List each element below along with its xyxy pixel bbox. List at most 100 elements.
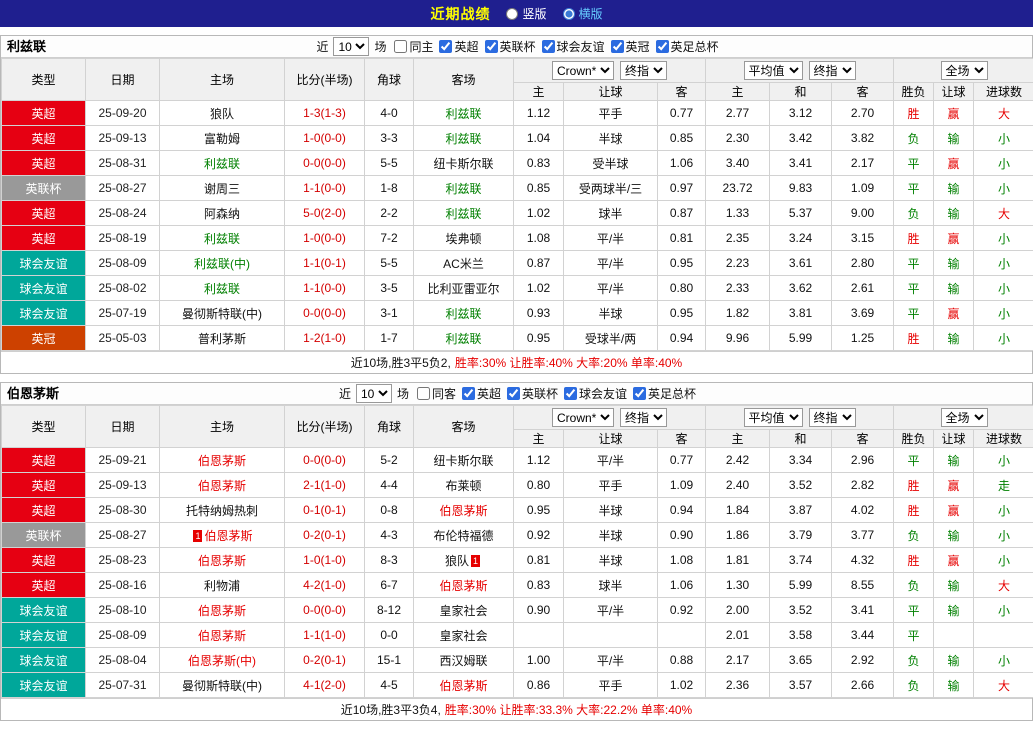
league-filter[interactable]: 球会友谊 [564,385,627,402]
scope-select[interactable]: 全场 [941,408,988,427]
vertical-radio-icon[interactable] [506,8,518,20]
europe-draw-odds: 3.87 [770,498,832,523]
summary-row: 近10场,胜3平5负2,胜率:30% 让胜率:40% 大率:20% 单率:40% [1,351,1032,373]
europe-index-select[interactable]: 终指 [809,408,856,427]
europe-avg-select[interactable]: 平均值 [744,61,803,80]
league-checkbox[interactable] [611,40,624,53]
asia-odds-group: Crown* 终指 [514,406,706,430]
match-row: 英超25-08-31利兹联0-0(0-0)5-5纽卡斯尔联0.83受半球1.06… [2,151,1033,176]
asia-home-odds: 0.85 [514,176,564,201]
result-outcome: 负 [894,523,934,548]
asia-home-odds: 0.86 [514,673,564,698]
league-filter[interactable]: 英足总杯 [656,38,719,55]
asia-handicap: 平手 [564,673,658,698]
league-filter[interactable]: 英联杯 [485,38,536,55]
result-goals: 小 [974,598,1033,623]
league-badge: 英超 [2,498,86,523]
asia-index-select[interactable]: 终指 [620,61,667,80]
league-checkbox[interactable] [564,387,577,400]
europe-home-odds: 9.96 [706,326,770,351]
corner-score: 7-2 [365,226,414,251]
team-section: 利兹联近10场同主英超英联杯球会友谊英冠英足总杯类型日期主场比分(半场)角球客场… [0,35,1033,374]
team-name-text: 利兹联 [445,332,481,346]
match-date: 25-07-19 [86,301,160,326]
league-checkbox[interactable] [656,40,669,53]
league-filter[interactable]: 英冠 [611,38,650,55]
europe-home-odds: 1.30 [706,573,770,598]
bookmaker-select[interactable]: Crown* [552,408,614,427]
col-header-date: 日期 [86,406,160,448]
result-outcome-header: 胜负 [894,83,934,101]
layout-radio-vertical[interactable]: 竖版 [506,5,546,22]
asia-handicap: 半球 [564,523,658,548]
europe-draw-odds: 3.42 [770,126,832,151]
same-side-filter[interactable]: 同主 [394,38,433,55]
europe-away-odds: 9.00 [832,201,894,226]
league-checkbox[interactable] [633,387,646,400]
team-name-text: 谢周三 [204,182,240,196]
europe-draw-odds: 9.83 [770,176,832,201]
asia-odds-group: Crown* 终指 [514,59,706,83]
result-goals: 小 [974,548,1033,573]
corner-score: 8-12 [365,598,414,623]
europe-away-odds: 8.55 [832,573,894,598]
asia-handicap: 平/半 [564,226,658,251]
league-filter[interactable]: 英超 [462,385,501,402]
asia-home-odds: 0.95 [514,498,564,523]
league-checkbox[interactable] [542,40,555,53]
result-outcome: 负 [894,573,934,598]
league-checkbox[interactable] [485,40,498,53]
home-team: 普利茅斯 [160,326,285,351]
league-filter[interactable]: 英超 [439,38,478,55]
asia-handicap: 受两球半/三 [564,176,658,201]
league-filter[interactable]: 英足总杯 [633,385,696,402]
league-filter[interactable]: 球会友谊 [542,38,605,55]
recent-count-select[interactable]: 10 [356,384,392,403]
league-checkbox[interactable] [507,387,520,400]
home-team: 伯恩茅斯 [160,623,285,648]
league-filter[interactable]: 英联杯 [507,385,558,402]
asia-index-select[interactable]: 终指 [620,408,667,427]
bookmaker-select[interactable]: Crown* [552,61,614,80]
layout-radio-horizontal[interactable]: 横版 [563,5,603,22]
away-team: AC米兰 [414,251,514,276]
scope-select[interactable]: 全场 [941,61,988,80]
match-score: 1-0(1-0) [285,548,365,573]
match-score: 0-0(0-0) [285,151,365,176]
league-filter-label: 英足总杯 [671,38,719,55]
corner-score: 3-3 [365,126,414,151]
recent-count-select[interactable]: 10 [333,37,369,56]
europe-home-odds: 2.40 [706,473,770,498]
europe-avg-select[interactable]: 平均值 [744,408,803,427]
asia-handicap: 半球 [564,126,658,151]
horizontal-radio-icon[interactable] [563,8,575,20]
result-handicap: 输 [934,598,974,623]
match-date: 25-08-04 [86,648,160,673]
europe-away-odds: 2.70 [832,101,894,126]
match-score: 1-0(0-0) [285,226,365,251]
asia-home-odds: 1.04 [514,126,564,151]
away-team: 利兹联 [414,176,514,201]
europe-away-odds: 1.25 [832,326,894,351]
europe-away-odds: 2.92 [832,648,894,673]
same-side-filter[interactable]: 同客 [417,385,456,402]
result-handicap [934,623,974,648]
away-team: 布莱顿 [414,473,514,498]
match-row: 球会友谊25-07-19曼彻斯特联(中)0-0(0-0)3-1利兹联0.93半球… [2,301,1033,326]
league-checkbox[interactable] [462,387,475,400]
europe-index-select[interactable]: 终指 [809,61,856,80]
europe-draw-odds: 3.74 [770,548,832,573]
result-outcome: 平 [894,448,934,473]
league-badge: 球会友谊 [2,648,86,673]
result-handicap: 赢 [934,548,974,573]
same-side-checkbox[interactable] [394,40,407,53]
asia-handicap: 半球 [564,301,658,326]
europe-home-odds: 1.84 [706,498,770,523]
games-label: 场 [374,38,386,55]
home-team: 利兹联 [160,226,285,251]
europe-away-odds: 3.69 [832,301,894,326]
team-name-text: 伯恩茅斯 [198,479,246,493]
same-side-checkbox[interactable] [417,387,430,400]
league-checkbox[interactable] [439,40,452,53]
league-badge: 英超 [2,226,86,251]
